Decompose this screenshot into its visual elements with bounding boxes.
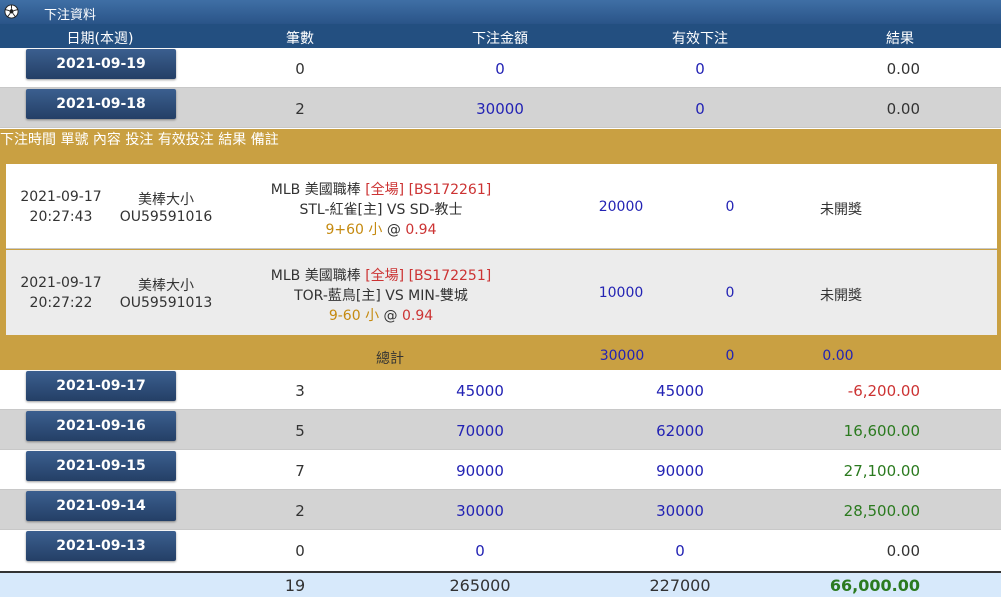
total-count: 19: [284, 576, 306, 595]
col-count: 筆數: [286, 31, 314, 47]
detail-col-ticket: 單號: [60, 132, 89, 148]
detail-col-result: 結果: [218, 132, 247, 148]
date-button[interactable]: 2021-09-13: [26, 531, 176, 561]
bet-stake: 20000: [598, 199, 644, 215]
bet-content-line1: MLB 美國職棒 [全場] [BS172251]: [236, 265, 526, 285]
date-button[interactable]: 2021-09-17: [26, 371, 176, 401]
row-result: 28,500.00: [843, 502, 920, 520]
bet-type: 美棒大小: [138, 278, 194, 294]
row-result: 0.00: [886, 60, 920, 78]
bet-row: 2021-09-17 20:27:43 美棒大小 OU59591016 MLB …: [6, 164, 997, 249]
bet-league: MLB 美國職棒: [270, 268, 361, 284]
bet-content-line3: 9+60 小 @ 0.94: [236, 219, 526, 239]
bet-line: 9+60 小: [325, 222, 383, 238]
row-count: 2: [295, 100, 305, 118]
bet-ticket: OU59591013: [119, 295, 213, 311]
col-result: 結果: [886, 31, 914, 47]
bet-code: [BS172261]: [408, 182, 492, 198]
bet-match: TOR-藍鳥[主] VS MIN-雙城: [294, 288, 468, 304]
bet-line: 9-60 小: [328, 308, 380, 324]
total-amount: 265000: [449, 576, 511, 595]
bet-date: 2021-09-17: [20, 275, 102, 291]
bet-odds: 0.94: [405, 222, 437, 238]
summary-label: 總計: [376, 351, 404, 367]
bet-at: @: [383, 308, 398, 324]
table-row: 2021-09-19 0 0 0 0.00: [0, 48, 1001, 88]
table-header: 日期(本週) 筆數 下注金額 有效下注 結果: [0, 24, 1001, 48]
summary-stake: 30000: [599, 348, 645, 364]
col-date: 日期(本週): [66, 31, 134, 47]
bet-date: 2021-09-17: [20, 189, 102, 205]
table-row: 2021-09-15 7 90000 90000 27,100.00: [0, 450, 1001, 490]
bet-valid: 0: [725, 285, 735, 301]
row-result: 27,100.00: [843, 462, 920, 480]
soccer-ball-icon: [4, 4, 19, 19]
bet-scope: [全場]: [365, 182, 405, 198]
row-count: 5: [295, 422, 305, 440]
bet-content-line1: MLB 美國職棒 [全場] [BS172261]: [236, 179, 526, 199]
row-amount: 30000: [456, 502, 504, 520]
table-row: 2021-09-14 2 30000 30000 28,500.00: [0, 490, 1001, 530]
row-result: 16,600.00: [843, 422, 920, 440]
bet-time: 20:27:22: [29, 295, 93, 311]
detail-col-valid: 有效投注: [157, 132, 214, 148]
row-amount: 45000: [456, 382, 504, 400]
table-row: 2021-09-16 5 70000 62000 16,600.00: [0, 410, 1001, 450]
col-valid: 有效下注: [672, 31, 728, 47]
date-button[interactable]: 2021-09-19: [26, 49, 176, 79]
bet-at: @: [386, 222, 401, 238]
detail-summary-row: 總計 30000 0 0.00: [0, 342, 1001, 370]
row-amount: 90000: [456, 462, 504, 480]
bet-time: 20:27:43: [29, 209, 93, 225]
row-count: 0: [295, 542, 305, 560]
detail-col-note: 備註: [250, 132, 279, 148]
row-count: 3: [295, 382, 305, 400]
bet-odds: 0.94: [401, 308, 434, 324]
detail-col-time: 下注時間: [0, 132, 56, 148]
row-amount: 0: [475, 542, 485, 560]
bet-stake: 10000: [598, 285, 644, 301]
bet-row: 2021-09-17 20:27:22 美棒大小 OU59591013 MLB …: [6, 250, 997, 335]
summary-valid: 0: [725, 348, 735, 364]
date-button[interactable]: 2021-09-15: [26, 451, 176, 481]
row-result: 0.00: [886, 100, 920, 118]
summary-result: 0.00: [822, 348, 854, 364]
row-result: 0.00: [886, 542, 920, 560]
row-amount: 30000: [476, 100, 524, 118]
total-result: 66,000.00: [829, 576, 920, 595]
table-row: 2021-09-17 3 45000 45000 -6,200.00: [0, 370, 1001, 410]
bet-league: MLB 美國職棒: [270, 182, 361, 198]
row-amount: 0: [495, 60, 505, 78]
bet-ticket: OU59591016: [119, 209, 213, 225]
row-count: 0: [295, 60, 305, 78]
row-count: 2: [295, 502, 305, 520]
bet-scope: [全場]: [365, 268, 405, 284]
bet-result: 未開獎: [820, 202, 862, 218]
detail-header: 下注時間 單號 內容 投注 有效投注 結果 備註: [0, 129, 1001, 159]
table-row: 2021-09-13 0 0 0 0.00: [0, 530, 1001, 571]
bet-content-line3: 9-60 小 @ 0.94: [236, 305, 526, 325]
bet-detail-panel: 下注時間 單號 內容 投注 有效投注 結果 備註 2021-09-17 20:2…: [0, 129, 1001, 370]
date-button[interactable]: 2021-09-18: [26, 89, 176, 119]
row-amount: 70000: [456, 422, 504, 440]
bet-code: [BS172251]: [408, 268, 492, 284]
detail-col-stake: 投注: [125, 132, 154, 148]
table-row: 2021-09-18 2 30000 0 0.00: [0, 88, 1001, 128]
bet-type: 美棒大小: [138, 192, 194, 208]
date-button[interactable]: 2021-09-16: [26, 411, 176, 441]
detail-body: 2021-09-17 20:27:43 美棒大小 OU59591016 MLB …: [6, 164, 997, 335]
bet-valid: 0: [725, 199, 735, 215]
row-count: 7: [295, 462, 305, 480]
panel-title-bar: 下注資料: [0, 0, 1001, 24]
bet-match: STL-紅雀[主] VS SD-教士: [299, 202, 463, 218]
detail-col-content: 內容: [92, 132, 121, 148]
panel-title: 下注資料: [44, 8, 97, 23]
bet-result: 未開獎: [820, 288, 862, 304]
row-result: -6,200.00: [847, 382, 920, 400]
date-button[interactable]: 2021-09-14: [26, 491, 176, 521]
grand-total-row: 19 265000 227000 66,000.00: [0, 571, 1001, 597]
col-amount: 下注金額: [472, 31, 528, 47]
